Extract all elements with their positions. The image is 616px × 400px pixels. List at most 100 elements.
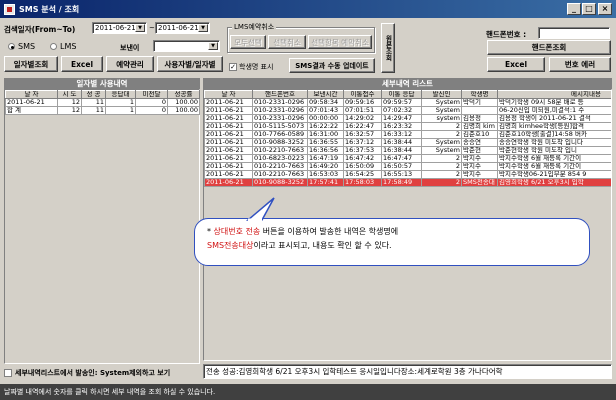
cancel-selected-button[interactable]: 선택취소 <box>268 35 306 49</box>
sender-combo[interactable]: ▼ <box>153 40 220 52</box>
detail-cell[interactable]: 김명희 kimhee학생[등원]합격 <box>497 122 611 131</box>
detail-cell[interactable]: 박지수 <box>461 154 498 163</box>
detail-cell[interactable]: 06-20신입 미되원,미결석:1 수 <box>497 106 611 115</box>
detail-column-header[interactable]: 핸드폰번호 <box>252 90 308 99</box>
detail-table-row[interactable]: 2011-06-21 010-2210-7663 16:36:56 16:37:53 1… <box>204 146 611 155</box>
detail-table-row[interactable]: 2011-06-21 010-2210-7663 16:53:03 16:54:25 1… <box>204 170 611 179</box>
user-daily-button[interactable]: 사용자별/일자별 <box>157 56 223 72</box>
detail-cell[interactable]: 17:58:03 <box>343 178 382 187</box>
detail-cell[interactable]: 2011-06-21 <box>204 178 253 187</box>
detail-cell[interactable]: 010-6823-0223 <box>252 154 308 163</box>
detail-cell[interactable]: 14:29:47 <box>381 114 422 123</box>
detail-cell[interactable]: 2 <box>421 170 462 179</box>
detail-cell[interactable]: 16:47:42 <box>343 154 382 163</box>
detail-cell[interactable]: 16:50:57 <box>381 162 422 171</box>
daily-cell[interactable]: 1 <box>105 106 136 115</box>
detail-column-header[interactable]: 이통 응답 <box>381 90 422 99</box>
detail-cell[interactable]: 16:47:19 <box>307 154 344 163</box>
detail-cell[interactable]: 09:59:57 <box>381 98 422 107</box>
daily-search-button[interactable]: 일자별조회 <box>4 56 58 72</box>
chevron-down-icon[interactable]: ▼ <box>198 24 208 32</box>
detail-cell[interactable]: 김영희학생 6/21 오후3시 입학 <box>497 178 611 187</box>
daily-table-row[interactable]: 합 계 12 11 1 0 100.00 <box>5 106 200 115</box>
maximize-button[interactable]: □ <box>582 3 596 15</box>
detail-cell[interactable]: 박지수학생 6월 재등록 기간이 <box>497 154 611 163</box>
excel-button[interactable]: Excel <box>61 56 103 72</box>
detail-cell[interactable]: 16:54:25 <box>343 170 382 179</box>
detail-cell[interactable]: 2011-06-21 <box>204 138 253 147</box>
detail-cell[interactable]: 16:22:22 <box>307 122 344 131</box>
detail-cell[interactable]: System <box>421 98 462 107</box>
to-date-combo[interactable]: 2011-06-21 ▼ <box>155 22 210 34</box>
detail-cell[interactable]: 김명희 kim <box>461 122 498 131</box>
detail-table-row[interactable]: 2011-06-21 010-9088-3252 16:36:55 16:37:12 1… <box>204 138 611 147</box>
detail-column-header[interactable]: 보낸시간 <box>307 90 344 99</box>
exclude-system-checkbox[interactable]: 세부내역리스트에서 발송인: System제외하고 보기 <box>4 368 170 378</box>
detail-cell[interactable]: 박준현 <box>461 146 498 155</box>
detail-cell[interactable]: 16:38:44 <box>381 138 422 147</box>
detail-cell[interactable]: 김준호10학생[출결]14:58 버카 <box>497 130 611 139</box>
detail-cell[interactable]: system <box>421 114 462 123</box>
daily-column-header[interactable]: 성 공 <box>81 90 106 99</box>
detail-cell[interactable]: 박덕기학생 09시 58분 배로 등 <box>497 98 611 107</box>
detail-cell[interactable] <box>461 106 498 115</box>
detail-cell[interactable]: 박덕기 <box>461 98 498 107</box>
detail-cell[interactable]: 박지수학생 6월 재등록 기간이 <box>497 162 611 171</box>
detail-cell[interactable]: 김용정 학생이 2011-06-21 결석 <box>497 114 611 123</box>
daily-cell[interactable]: 11 <box>81 98 106 107</box>
detail-cell[interactable]: 09:59:16 <box>343 98 382 107</box>
daily-cell[interactable]: 100.00 <box>167 106 200 115</box>
detail-cell[interactable]: 2 <box>421 154 462 163</box>
detail-cell[interactable]: 16:33:12 <box>381 130 422 139</box>
detail-column-header[interactable]: 이통접수 <box>343 90 382 99</box>
detail-cell[interactable]: 2011-06-21 <box>204 154 253 163</box>
detail-cell[interactable]: 2 <box>421 178 462 187</box>
detail-cell[interactable]: 010-2210-7663 <box>252 170 308 179</box>
detail-cell[interactable]: 2011-06-21 <box>204 114 253 123</box>
detail-cell[interactable]: 송승연 <box>461 138 498 147</box>
detail-cell[interactable]: 010-2331-0296 <box>252 106 308 115</box>
radio-lms[interactable]: LMS <box>50 42 76 51</box>
select-all-button[interactable]: 모두선택 <box>230 35 266 49</box>
detail-cell[interactable]: 2011-06-21 <box>204 146 253 155</box>
daily-column-header[interactable]: 날 자 <box>5 90 58 99</box>
chevron-down-icon[interactable]: ▼ <box>208 42 218 50</box>
detail-cell[interactable]: 09:58:34 <box>307 98 344 107</box>
detail-cell[interactable]: 2011-06-21 <box>204 130 253 139</box>
detail-cell[interactable]: System <box>421 106 462 115</box>
detail-cell[interactable]: 16:50:09 <box>343 162 382 171</box>
daily-cell[interactable]: 12 <box>57 106 82 115</box>
daily-cell[interactable]: 11 <box>81 106 106 115</box>
detail-cell[interactable]: 박준현학생 학원 미도착 입니 <box>497 146 611 155</box>
detail-table-row[interactable]: 2011-06-21 010-9088-3252 17:57:41 17:58:03 1… <box>204 178 611 187</box>
number-error-button[interactable]: 번호 에러 <box>549 57 611 72</box>
phone-lookup-button[interactable]: 핸드폰조회 <box>487 40 611 55</box>
detail-cell[interactable]: 16:22:47 <box>343 122 382 131</box>
detail-column-header[interactable]: 학생명 <box>461 90 498 99</box>
reserve-cancel-button[interactable]: 선택항목 예약취소 <box>308 35 372 49</box>
daily-cell[interactable]: 1 <box>105 98 136 107</box>
show-student-checkbox[interactable]: ✓ 학생명 표시 <box>229 62 273 72</box>
reserve-manage-button[interactable]: 예약관리 <box>106 56 154 72</box>
detail-cell[interactable]: 16:32:57 <box>343 130 382 139</box>
phone-input[interactable] <box>538 27 610 39</box>
original-view-button[interactable]: 원본조회 <box>381 23 395 73</box>
detail-table-row[interactable]: 2011-06-21 010-2331-0296 07:01:43 07:01:51 0… <box>204 106 611 115</box>
detail-cell[interactable]: 16:38:44 <box>381 146 422 155</box>
detail-cell[interactable]: 010-9088-3252 <box>252 178 308 187</box>
detail-column-header[interactable]: 메시지내용 <box>497 90 611 99</box>
detail-column-header[interactable]: 발신인 <box>421 90 462 99</box>
detail-cell[interactable]: 2 <box>421 130 462 139</box>
minimize-button[interactable]: _ <box>567 3 581 15</box>
detail-cell[interactable]: 2011-06-21 <box>204 98 253 107</box>
daily-column-header[interactable]: 시 도 <box>57 90 82 99</box>
daily-column-header[interactable]: 미전달 <box>135 90 168 99</box>
detail-cell[interactable]: 010-9088-3252 <box>252 138 308 147</box>
detail-cell[interactable]: 010-5115-5073 <box>252 122 308 131</box>
detail-cell[interactable]: 16:53:03 <box>307 170 344 179</box>
detail-cell[interactable]: System <box>421 146 462 155</box>
detail-cell[interactable]: 2011-06-21 <box>204 106 253 115</box>
detail-table-row[interactable]: 2011-06-21 010-2210-7663 16:49:20 16:50:09 1… <box>204 162 611 171</box>
detail-cell[interactable]: 2011-06-21 <box>204 122 253 131</box>
detail-cell[interactable]: 2011-06-21 <box>204 170 253 179</box>
